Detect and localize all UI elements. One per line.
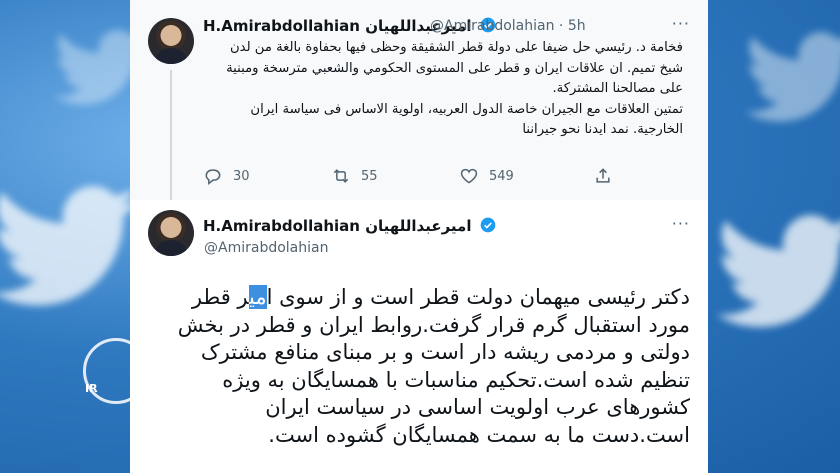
tweet-actions-bar: 30 55 549 <box>203 166 673 188</box>
tweet-text-segment[interactable]: ر قطر مورد استقبال گرم قرار گرفت.روابط ا… <box>178 285 690 447</box>
tweet-text: فخامة د. رئيسي حل ضيفا على دولة قطر الشق… <box>203 38 683 141</box>
tweet-paragraph: فخامة د. رئيسي حل ضيفا على دولة قطر الشق… <box>226 40 683 96</box>
like-count: 549 <box>489 168 514 184</box>
tweet-text-segment[interactable]: دکتر رئیسی میهمان دولت قطر است و از سوی … <box>267 285 690 309</box>
author-name[interactable]: H.Amirabdollahian امیرعبداللهیان <box>203 217 496 235</box>
retweet-icon <box>333 169 349 183</box>
reply-button[interactable]: 30 <box>203 166 250 186</box>
iribnews-watermark-logo: IR <box>83 338 149 404</box>
reply-count: 30 <box>233 168 250 184</box>
share-button[interactable] <box>593 166 623 186</box>
tweet-paragraph: تمتين العلاقات مع الجيران خاصة الدول الع… <box>250 101 683 138</box>
thread-connector-line <box>170 70 172 205</box>
retweet-button[interactable]: 55 <box>331 166 378 186</box>
author-handle-timestamp[interactable]: @Amirabdolahian · 5h <box>430 18 586 34</box>
verified-badge-icon <box>480 217 496 233</box>
watermark-text: IR <box>85 382 98 395</box>
heart-icon <box>460 168 478 184</box>
twitter-bird-icon <box>745 32 840 122</box>
avatar[interactable] <box>148 18 194 64</box>
retweet-count: 55 <box>361 168 378 184</box>
author-name-text[interactable]: H.Amirabdollahian امیرعبداللهیان <box>203 217 471 235</box>
more-options-button[interactable]: ··· <box>672 214 690 233</box>
tweet-card-persian[interactable]: H.Amirabdollahian امیرعبداللهیان @Amirab… <box>130 200 708 473</box>
more-options-button[interactable]: ··· <box>672 14 690 33</box>
reply-icon <box>205 169 221 186</box>
twitter-bird-icon <box>716 215 840 327</box>
tweet-text[interactable]: دکتر رئیسی میهمان دولت قطر است و از سوی … <box>170 284 690 449</box>
avatar[interactable] <box>148 210 194 256</box>
tweet-card-arabic[interactable]: H.Amirabdollahian امیرعبداللهیان @Amirab… <box>130 0 708 205</box>
selected-text-highlight[interactable]: می <box>249 285 267 309</box>
author-handle[interactable]: @Amirabdolahian <box>204 240 328 256</box>
share-icon <box>596 168 610 183</box>
like-button[interactable]: 549 <box>459 166 514 186</box>
